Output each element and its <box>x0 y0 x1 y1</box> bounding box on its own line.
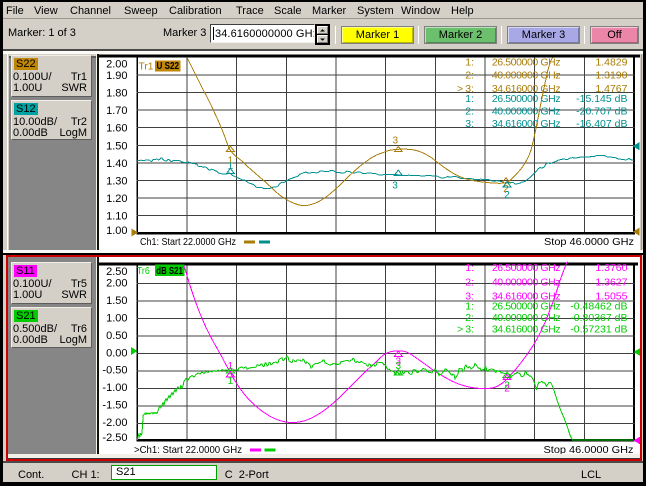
svg-text:-20.707 dB: -20.707 dB <box>576 106 627 118</box>
svg-text:1.90: 1.90 <box>106 70 127 82</box>
svg-text:2: 2 <box>504 190 510 201</box>
svg-text:40.000000 GHz: 40.000000 GHz <box>492 106 561 118</box>
svg-text:1.70: 1.70 <box>106 105 127 117</box>
svg-text:3:: 3: <box>465 118 474 130</box>
svg-text:Stop 46.0000 GHz: Stop 46.0000 GHz <box>544 236 634 248</box>
svg-text:1.40: 1.40 <box>106 158 127 170</box>
svg-text:1.3190: 1.3190 <box>595 70 627 82</box>
svg-text:U S22: U S22 <box>157 61 180 72</box>
svg-text:1.4829: 1.4829 <box>595 57 627 69</box>
svg-text:2:: 2: <box>465 106 474 118</box>
svg-text:2:: 2: <box>465 70 474 82</box>
svg-text:1:: 1: <box>465 93 474 105</box>
svg-text:1.80: 1.80 <box>106 88 127 100</box>
svg-text:3: 3 <box>392 181 398 192</box>
svg-text:1.10: 1.10 <box>106 211 127 223</box>
svg-text:Ch1: Start 22.0000 GHz: Ch1: Start 22.0000 GHz <box>140 236 236 248</box>
svg-text:1.50: 1.50 <box>106 140 127 152</box>
svg-text:1.60: 1.60 <box>106 123 127 135</box>
svg-text:40.000000 GHz: 40.000000 GHz <box>492 70 561 82</box>
svg-text:-16.407 dB: -16.407 dB <box>576 118 627 130</box>
svg-text:Tr1: Tr1 <box>139 61 154 73</box>
svg-text:3: 3 <box>393 136 399 147</box>
svg-text:1.20: 1.20 <box>106 193 127 205</box>
svg-text:2.00: 2.00 <box>106 59 127 71</box>
svg-text:26.500000 GHz: 26.500000 GHz <box>492 93 561 105</box>
svg-text:1:: 1: <box>465 57 474 69</box>
svg-text:34.616000 GHz: 34.616000 GHz <box>492 118 561 130</box>
svg-text:1.30: 1.30 <box>106 175 127 187</box>
svg-text:1.00: 1.00 <box>106 225 127 237</box>
svg-text:-15.145 dB: -15.145 dB <box>576 93 627 105</box>
